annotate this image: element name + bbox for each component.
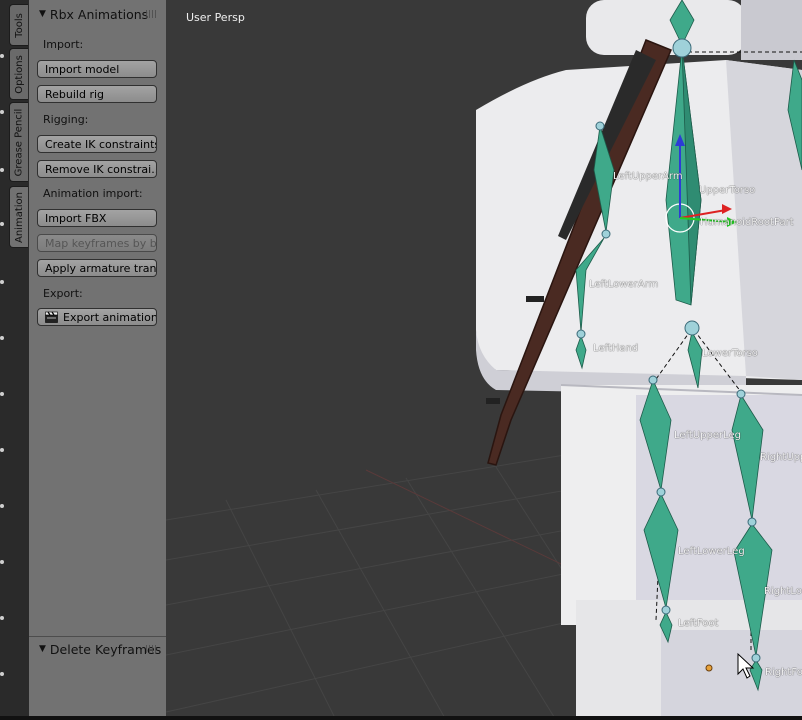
import-model-button[interactable]: Import model	[37, 60, 157, 78]
delete-keyframes-header[interactable]: ▼ Delete Keyframes	[9, 636, 166, 662]
bone-label-lower-torso: LowerTorso	[702, 348, 758, 359]
character-head-side	[741, 0, 802, 60]
tab-grease-pencil[interactable]: Grease Pencil	[9, 102, 28, 182]
edge-marker	[0, 560, 4, 564]
origin-point	[705, 664, 713, 672]
export-animation-button[interactable]: Export animation	[37, 308, 157, 326]
bone-label-left-upper-arm: LeftUpperArm	[613, 171, 683, 182]
edge-marker	[0, 504, 4, 508]
tab-tools[interactable]: Tools	[9, 4, 28, 46]
edge-marker	[0, 336, 4, 340]
rbx-animations-header[interactable]: ▼ Rbx Animations	[29, 1, 166, 27]
tab-options[interactable]: Options	[9, 48, 28, 100]
remove-ik-button[interactable]: Remove IK constrai...	[37, 160, 157, 178]
bone-label-right-upper-leg: RightUpp	[760, 452, 802, 463]
bone-label-left-hand: LeftHand	[593, 343, 639, 354]
delete-keyframes-title: Delete Keyframes	[49, 641, 162, 657]
edge-marker	[0, 672, 4, 676]
bone-label-right-lower-leg: RightLow	[764, 586, 802, 597]
edge-marker	[0, 616, 4, 620]
tab-animation[interactable]: Animation	[9, 186, 28, 248]
bone-label-upper-torso: UpperTorso	[699, 185, 756, 196]
edge-marker	[0, 168, 4, 172]
blender-window: Tools Options Grease Pencil Animation ▼ …	[0, 0, 802, 720]
character-head	[586, 0, 746, 55]
tool-shelf-tabs: Tools Options Grease Pencil Animation	[0, 0, 29, 720]
bone-label-left-lower-leg: LeftLowerLeg	[678, 546, 745, 557]
bone-label-humanoid-root: HumanoidRootPart	[700, 217, 794, 228]
edge-marker	[0, 392, 4, 396]
rebuild-rig-button[interactable]: Rebuild rig	[37, 85, 157, 103]
edge-marker	[0, 54, 4, 58]
animation-import-section-label: Animation import:	[43, 187, 143, 200]
tool-shelf-panel: ▼ Rbx Animations Import: Import model Re…	[29, 0, 167, 720]
clapperboard-icon	[45, 311, 58, 323]
bone-label-right-foot: RightFo	[765, 667, 802, 678]
bottom-border	[0, 716, 802, 720]
create-ik-button[interactable]: Create IK constraints	[37, 135, 157, 153]
viewport-scene	[166, 0, 802, 720]
panel-title: Rbx Animations	[49, 6, 149, 22]
edge-marker	[0, 448, 4, 452]
export-animation-label: Export animation	[63, 311, 157, 324]
export-section-label: Export:	[43, 287, 83, 300]
collapse-arrow-icon: ▼	[39, 9, 46, 19]
edge-marker	[0, 280, 4, 284]
bone-label-left-upper-leg: LeftUpperLeg	[674, 430, 741, 441]
view-name-label: User Persp	[186, 11, 245, 24]
edge-marker	[0, 222, 4, 226]
import-fbx-button[interactable]: Import FBX	[37, 209, 157, 227]
rigging-section-label: Rigging:	[43, 113, 89, 126]
3d-viewport[interactable]: User Persp LeftUpperArm UpperTorso Human…	[166, 0, 802, 720]
apply-armature-button[interactable]: Apply armature tran...	[37, 259, 157, 277]
bone-label-left-foot: LeftFoot	[678, 618, 719, 629]
import-section-label: Import:	[43, 38, 84, 51]
collapse-arrow-icon: ▼	[39, 644, 46, 654]
bone-label-left-lower-arm: LeftLowerArm	[589, 279, 659, 290]
drag-grip-icon[interactable]	[146, 645, 158, 653]
map-keyframes-button[interactable]: Map keyframes by b...	[37, 234, 157, 252]
drag-grip-icon[interactable]	[146, 10, 158, 18]
edge-marker	[0, 110, 4, 114]
